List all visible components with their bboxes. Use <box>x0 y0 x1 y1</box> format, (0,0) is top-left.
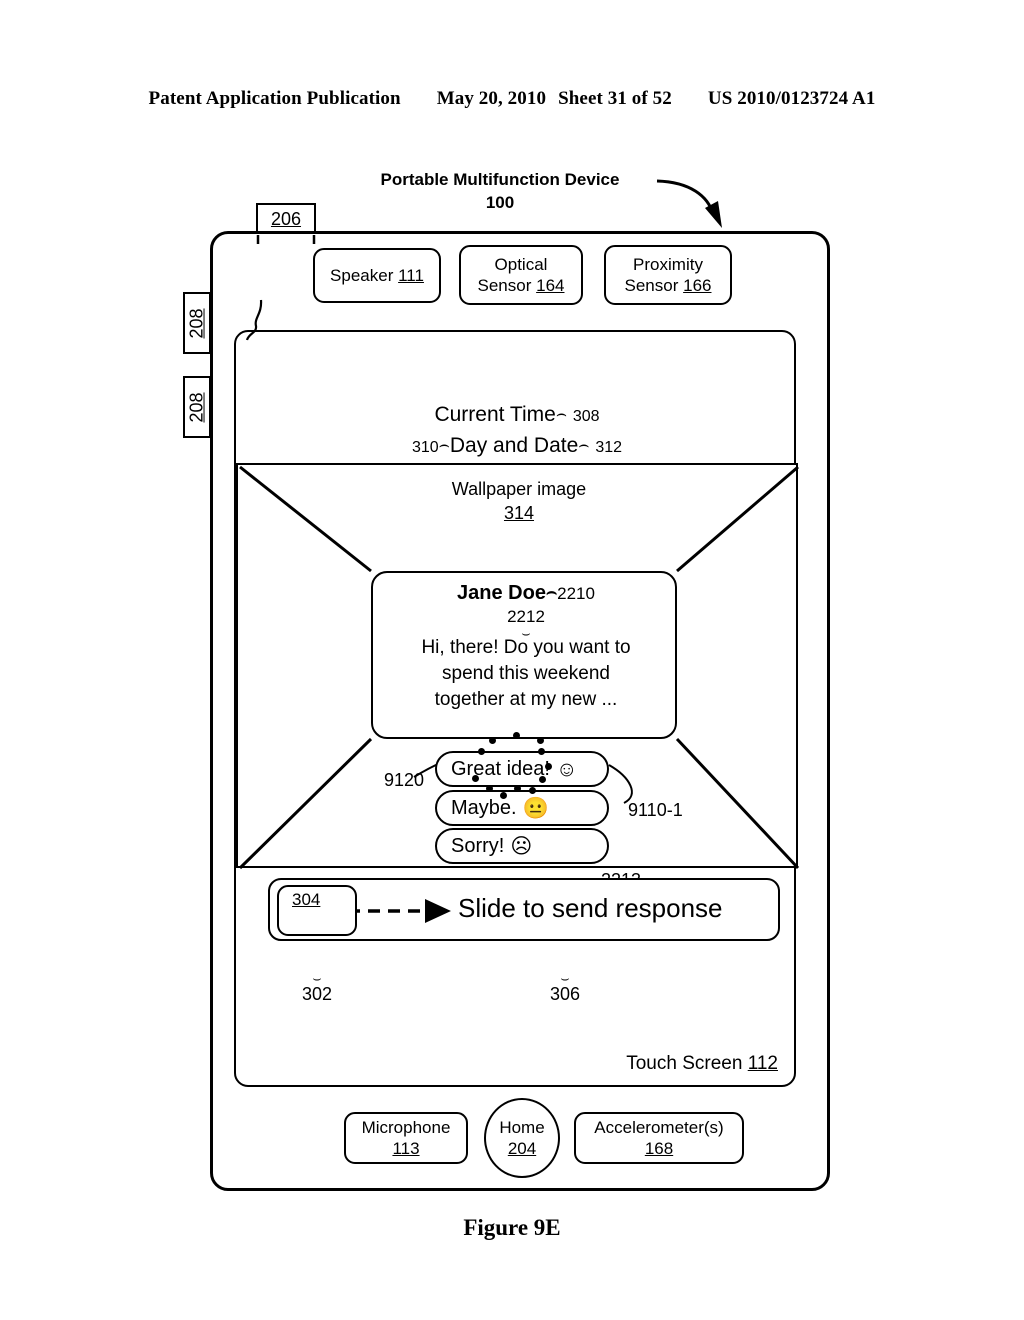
gesture-dot <box>489 737 496 744</box>
response-option-great-idea-label: Great idea! <box>451 757 550 780</box>
response-group-ref: 9120 <box>384 770 425 790</box>
microphone-box: Microphone 113 <box>344 1112 468 1164</box>
gesture-dot <box>486 785 493 792</box>
day-date-ref-left: 310 <box>411 439 439 456</box>
day-date-label: Day and Date <box>449 434 579 457</box>
optical-sensor-label-line2: Sensor <box>477 276 532 295</box>
optical-sensor-box: Optical Sensor 164 <box>459 245 583 305</box>
gesture-dot <box>539 776 546 783</box>
proximity-sensor-label-line2: Sensor <box>624 276 679 295</box>
side-button-208-upper[interactable]: 208 <box>183 292 211 354</box>
device-title-line1: Portable Multifunction Device <box>380 170 620 189</box>
response-option-great-idea[interactable]: Great idea! ☺ <box>435 751 609 787</box>
accelerometer-label: Accelerometer(s) <box>594 1118 724 1137</box>
wallpaper-image-region: Wallpaper image 314 Jane Doe⌢2210 2212 ⌣… <box>236 463 800 870</box>
message-body: Hi, there! Do you want to spend this wee… <box>383 635 669 713</box>
gesture-dot <box>513 732 520 739</box>
day-date-row: 310⌢Day and Date⌢ 312 <box>236 431 798 462</box>
speaker-label: Speaker <box>330 266 394 285</box>
header-sheet: Sheet 31 of 52 <box>558 88 672 109</box>
current-time-row: Current Time⌢ 308 <box>236 400 798 431</box>
current-time-label: Current Time <box>434 403 556 426</box>
leader-squiggle-310-icon: ⌢ <box>438 435 450 454</box>
message-sender-name: Jane Doe <box>457 582 546 604</box>
proximity-sensor-box: Proximity Sensor 166 <box>604 245 732 305</box>
proximity-sensor-ref: 166 <box>683 276 712 295</box>
frowning-face-icon: ☹ <box>510 834 533 858</box>
response-item-ref: 9110-1 <box>628 800 683 820</box>
touch-screen-name: Touch Screen <box>626 1053 743 1074</box>
accelerometer-ref: 168 <box>644 1139 674 1158</box>
message-body-line1: Hi, there! Do you want to <box>421 637 631 658</box>
response-option-sorry[interactable]: Sorry! ☹ <box>435 828 609 864</box>
touch-screen-ref: 112 <box>747 1053 778 1074</box>
leader-squiggle-2210-icon: ⌢ <box>545 582 558 601</box>
header-publication: Patent Application Publication <box>148 88 401 109</box>
microphone-ref: 113 <box>392 1139 420 1158</box>
header-date: May 20, 2010 <box>436 88 547 109</box>
touch-screen-label: Touch Screen 112 <box>626 1053 778 1075</box>
optical-sensor-ref: 164 <box>536 276 565 295</box>
side-button-208-lower[interactable]: 208 <box>183 376 211 438</box>
gesture-dot <box>545 763 552 770</box>
optical-sensor-label-line1: Optical <box>494 255 548 274</box>
slide-to-send-bar[interactable]: 304 Slide to send response <box>268 878 780 941</box>
slider-knob-ref: 304 <box>292 890 321 909</box>
message-sender-ref: 2210 <box>557 584 595 603</box>
lock-screen-time-block: Current Time⌢ 308 310⌢Day and Date⌢ 312 <box>236 400 798 462</box>
slider-track-ref: 306 <box>550 984 581 1004</box>
message-body-ref: 2212 <box>507 607 545 626</box>
wallpaper-label-text: Wallpaper image <box>451 479 587 499</box>
home-button-label: Home <box>499 1118 545 1137</box>
slider-knob-bottom-ref: 302 <box>302 984 333 1004</box>
message-body-line2: spend this weekend <box>442 663 610 684</box>
side-button-208-upper-label: 208 <box>186 307 207 339</box>
response-option-sorry-label: Sorry! <box>451 834 505 857</box>
speaker-box: Speaker 111 <box>313 248 441 303</box>
slider-knob[interactable]: 304 <box>277 885 357 936</box>
gesture-dot <box>514 785 521 792</box>
microphone-label: Microphone <box>361 1118 451 1137</box>
message-bubble[interactable]: Jane Doe⌢2210 2212 ⌣ Hi, there! Do you w… <box>371 571 677 739</box>
smiley-face-icon: ☺ <box>555 757 578 781</box>
gesture-dot <box>472 775 479 782</box>
slider-knob-bottom-ref-block: ⌣ 302 <box>302 970 333 1005</box>
leader-squiggle-306-icon: ⌣ <box>560 970 570 986</box>
gesture-dot <box>538 748 545 755</box>
response-option-maybe-label: Maybe. <box>451 796 517 819</box>
response-option-maybe[interactable]: Maybe. 😐 <box>435 790 609 826</box>
wallpaper-ref: 314 <box>503 503 535 523</box>
gesture-dot <box>500 792 507 799</box>
slot-206-label: 206 <box>270 208 302 229</box>
day-date-ref-right: 312 <box>595 439 623 456</box>
slide-to-send-label: Slide to send response <box>458 893 723 923</box>
home-button-ref: 204 <box>507 1139 537 1158</box>
leader-squiggle-308-icon: ⌢ <box>555 404 567 423</box>
gesture-dot <box>529 787 536 794</box>
home-button[interactable]: Home 204 <box>484 1098 560 1178</box>
device-title: Portable Multifunction Device 100 <box>330 168 670 214</box>
proximity-sensor-label-line1: Proximity <box>633 255 703 274</box>
neutral-face-icon: 😐 <box>522 796 549 820</box>
header-docnum: US 2010/0123724 A1 <box>707 88 876 109</box>
wallpaper-image-label: Wallpaper image 314 <box>238 477 800 525</box>
speaker-ref: 111 <box>398 266 424 285</box>
device-title-line2: 100 <box>485 193 515 212</box>
side-button-208-lower-label: 208 <box>186 391 207 423</box>
leader-squiggle-312-icon: ⌢ <box>578 435 590 454</box>
message-body-line3: together at my new ... <box>434 689 618 710</box>
accelerometer-box: Accelerometer(s) 168 <box>574 1112 744 1164</box>
leader-squiggle-302-icon: ⌣ <box>312 970 322 986</box>
message-sender-row: Jane Doe⌢2210 <box>373 582 679 605</box>
figure-caption: Figure 9E <box>463 1215 561 1240</box>
gesture-dot <box>537 737 544 744</box>
page-header: Patent Application Publication May 20, 20… <box>0 88 1024 110</box>
current-time-ref: 308 <box>572 408 600 425</box>
slider-track-ref-block: ⌣ 306 <box>550 970 581 1005</box>
gesture-dot <box>478 748 485 755</box>
